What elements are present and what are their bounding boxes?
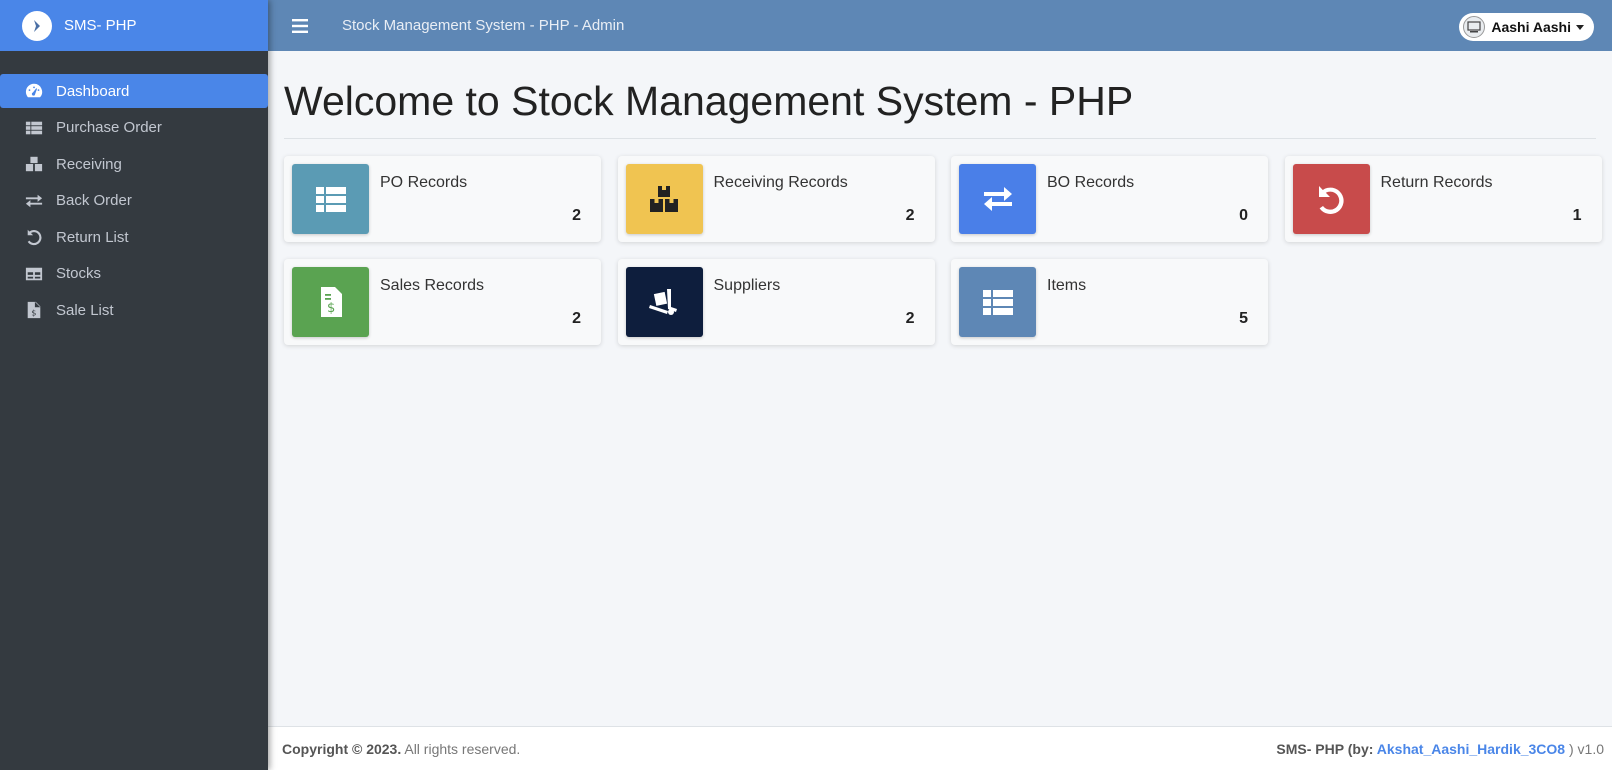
- credit-text: SMS- PHP (by: Akshat_Aashi_Hardik_3CO8 )…: [1276, 741, 1604, 757]
- info-box-label: Sales Records: [380, 277, 485, 294]
- menu-toggle-icon[interactable]: [292, 18, 308, 33]
- svg-text:$: $: [327, 301, 335, 316]
- info-box-content: Items 5: [1036, 267, 1260, 337]
- info-box-count: 2: [905, 207, 915, 224]
- info-box-po-records[interactable]: PO Records 2: [284, 156, 601, 242]
- info-box-content: Suppliers 2: [703, 267, 927, 337]
- info-box-label: Items: [1047, 277, 1087, 294]
- table-icon: [24, 265, 44, 283]
- info-box-content: Receiving Records 2: [703, 164, 927, 234]
- exchange-icon: [959, 164, 1036, 234]
- copyright-text: Copyright © 2023. All rights reserved.: [282, 741, 520, 757]
- boxes-icon: [24, 155, 44, 173]
- info-box-content: Sales Records 2: [369, 267, 593, 337]
- sidebar-item-stocks[interactable]: Stocks: [0, 257, 268, 291]
- info-box-count: 1: [1572, 207, 1582, 224]
- info-box-label: BO Records: [1047, 174, 1135, 191]
- invoice-dollar-icon: $: [292, 267, 369, 337]
- info-box-label: Suppliers: [713, 277, 781, 294]
- info-box-label: Receiving Records: [713, 174, 848, 191]
- invoice-dollar-icon: $: [24, 301, 44, 319]
- chevron-down-icon: [1576, 24, 1584, 30]
- brand-link[interactable]: SMS- PHP: [0, 0, 268, 51]
- list-table-icon: [959, 267, 1036, 337]
- info-box-grid: PO Records 2 Receiving Records 2 BO Reco…: [284, 156, 1602, 345]
- sidebar-item-label: Sale List: [56, 301, 114, 319]
- sidebar-item-label: Purchase Order: [56, 119, 162, 136]
- top-navbar: Stock Management System - PHP - Admin Aa…: [268, 0, 1612, 51]
- copyright-rest: All rights reserved.: [401, 740, 521, 757]
- sidebar-item-label: Receiving: [56, 155, 122, 173]
- info-box-content: Return Records 1: [1370, 164, 1594, 234]
- page-title: Welcome to Stock Management System - PHP: [284, 78, 1134, 124]
- undo-icon: [1292, 164, 1370, 234]
- copyright-bold: Copyright © 2023.: [282, 740, 402, 757]
- credit-prefix: SMS- PHP (by:: [1276, 740, 1377, 757]
- sidebar-item-label: Dashboard: [56, 82, 130, 100]
- tachometer-icon: [24, 82, 44, 100]
- sidebar-item-sale-list[interactable]: $ Sale List: [0, 293, 268, 327]
- sidebar-item-return-list[interactable]: Return List: [0, 220, 268, 254]
- info-box-receiving-records[interactable]: Receiving Records 2: [617, 156, 935, 242]
- undo-icon: [24, 228, 44, 246]
- sidebar-item-dashboard[interactable]: Dashboard: [0, 74, 268, 108]
- info-box-count: 2: [572, 207, 581, 224]
- info-box-count: 2: [572, 310, 581, 327]
- brand-name: SMS- PHP: [64, 17, 137, 34]
- sidebar-item-label: Return List: [56, 228, 129, 246]
- divider: [284, 138, 1596, 139]
- info-box-sales-records[interactable]: $ Sales Records 2: [284, 259, 601, 345]
- info-box-count: 0: [1239, 207, 1248, 224]
- user-name: Aashi Aashi: [1491, 19, 1571, 35]
- info-box-return-records[interactable]: Return Records 1: [1284, 156, 1602, 242]
- credit-suffix: ) v1.0: [1565, 740, 1604, 757]
- info-box-items[interactable]: Items 5: [951, 259, 1268, 345]
- info-box-content: PO Records 2: [369, 164, 593, 234]
- list-table-icon: [24, 119, 44, 137]
- sidebar-item-back-order[interactable]: Back Order: [0, 184, 268, 218]
- info-box-label: PO Records: [380, 174, 468, 191]
- sidebar-item-label: Back Order: [56, 192, 132, 209]
- exchange-icon: [24, 192, 44, 210]
- avatar: [1463, 16, 1486, 38]
- list-table-icon: [292, 164, 369, 234]
- svg-text:$: $: [31, 307, 36, 317]
- info-box-bo-records[interactable]: BO Records 0: [951, 156, 1268, 242]
- info-box-content: BO Records 0: [1036, 164, 1260, 234]
- sidebar: SMS- PHP Dashboard Purchase Order Receiv…: [0, 0, 268, 770]
- credit-link[interactable]: Akshat_Aashi_Hardik_3CO8: [1377, 741, 1565, 757]
- sidebar-nav: Dashboard Purchase Order Receiving Back …: [0, 74, 268, 327]
- info-box-count: 2: [905, 310, 915, 327]
- user-menu-button[interactable]: Aashi Aashi: [1459, 13, 1594, 41]
- info-box-count: 5: [1239, 310, 1248, 327]
- content-wrapper: Welcome to Stock Management System - PHP…: [268, 51, 1612, 726]
- sidebar-item-label: Stocks: [56, 265, 102, 282]
- footer: Copyright © 2023. All rights reserved. S…: [268, 726, 1612, 770]
- info-box-suppliers[interactable]: Suppliers 2: [617, 259, 935, 345]
- sidebar-item-purchase-order[interactable]: Purchase Order: [0, 111, 268, 145]
- dolly-icon: [625, 267, 703, 337]
- logo-icon: [22, 10, 52, 41]
- info-box-label: Return Records: [1380, 174, 1493, 191]
- sidebar-item-receiving[interactable]: Receiving: [0, 147, 268, 181]
- boxes-icon: [625, 164, 703, 234]
- app-title: Stock Management System - PHP - Admin: [342, 17, 625, 34]
